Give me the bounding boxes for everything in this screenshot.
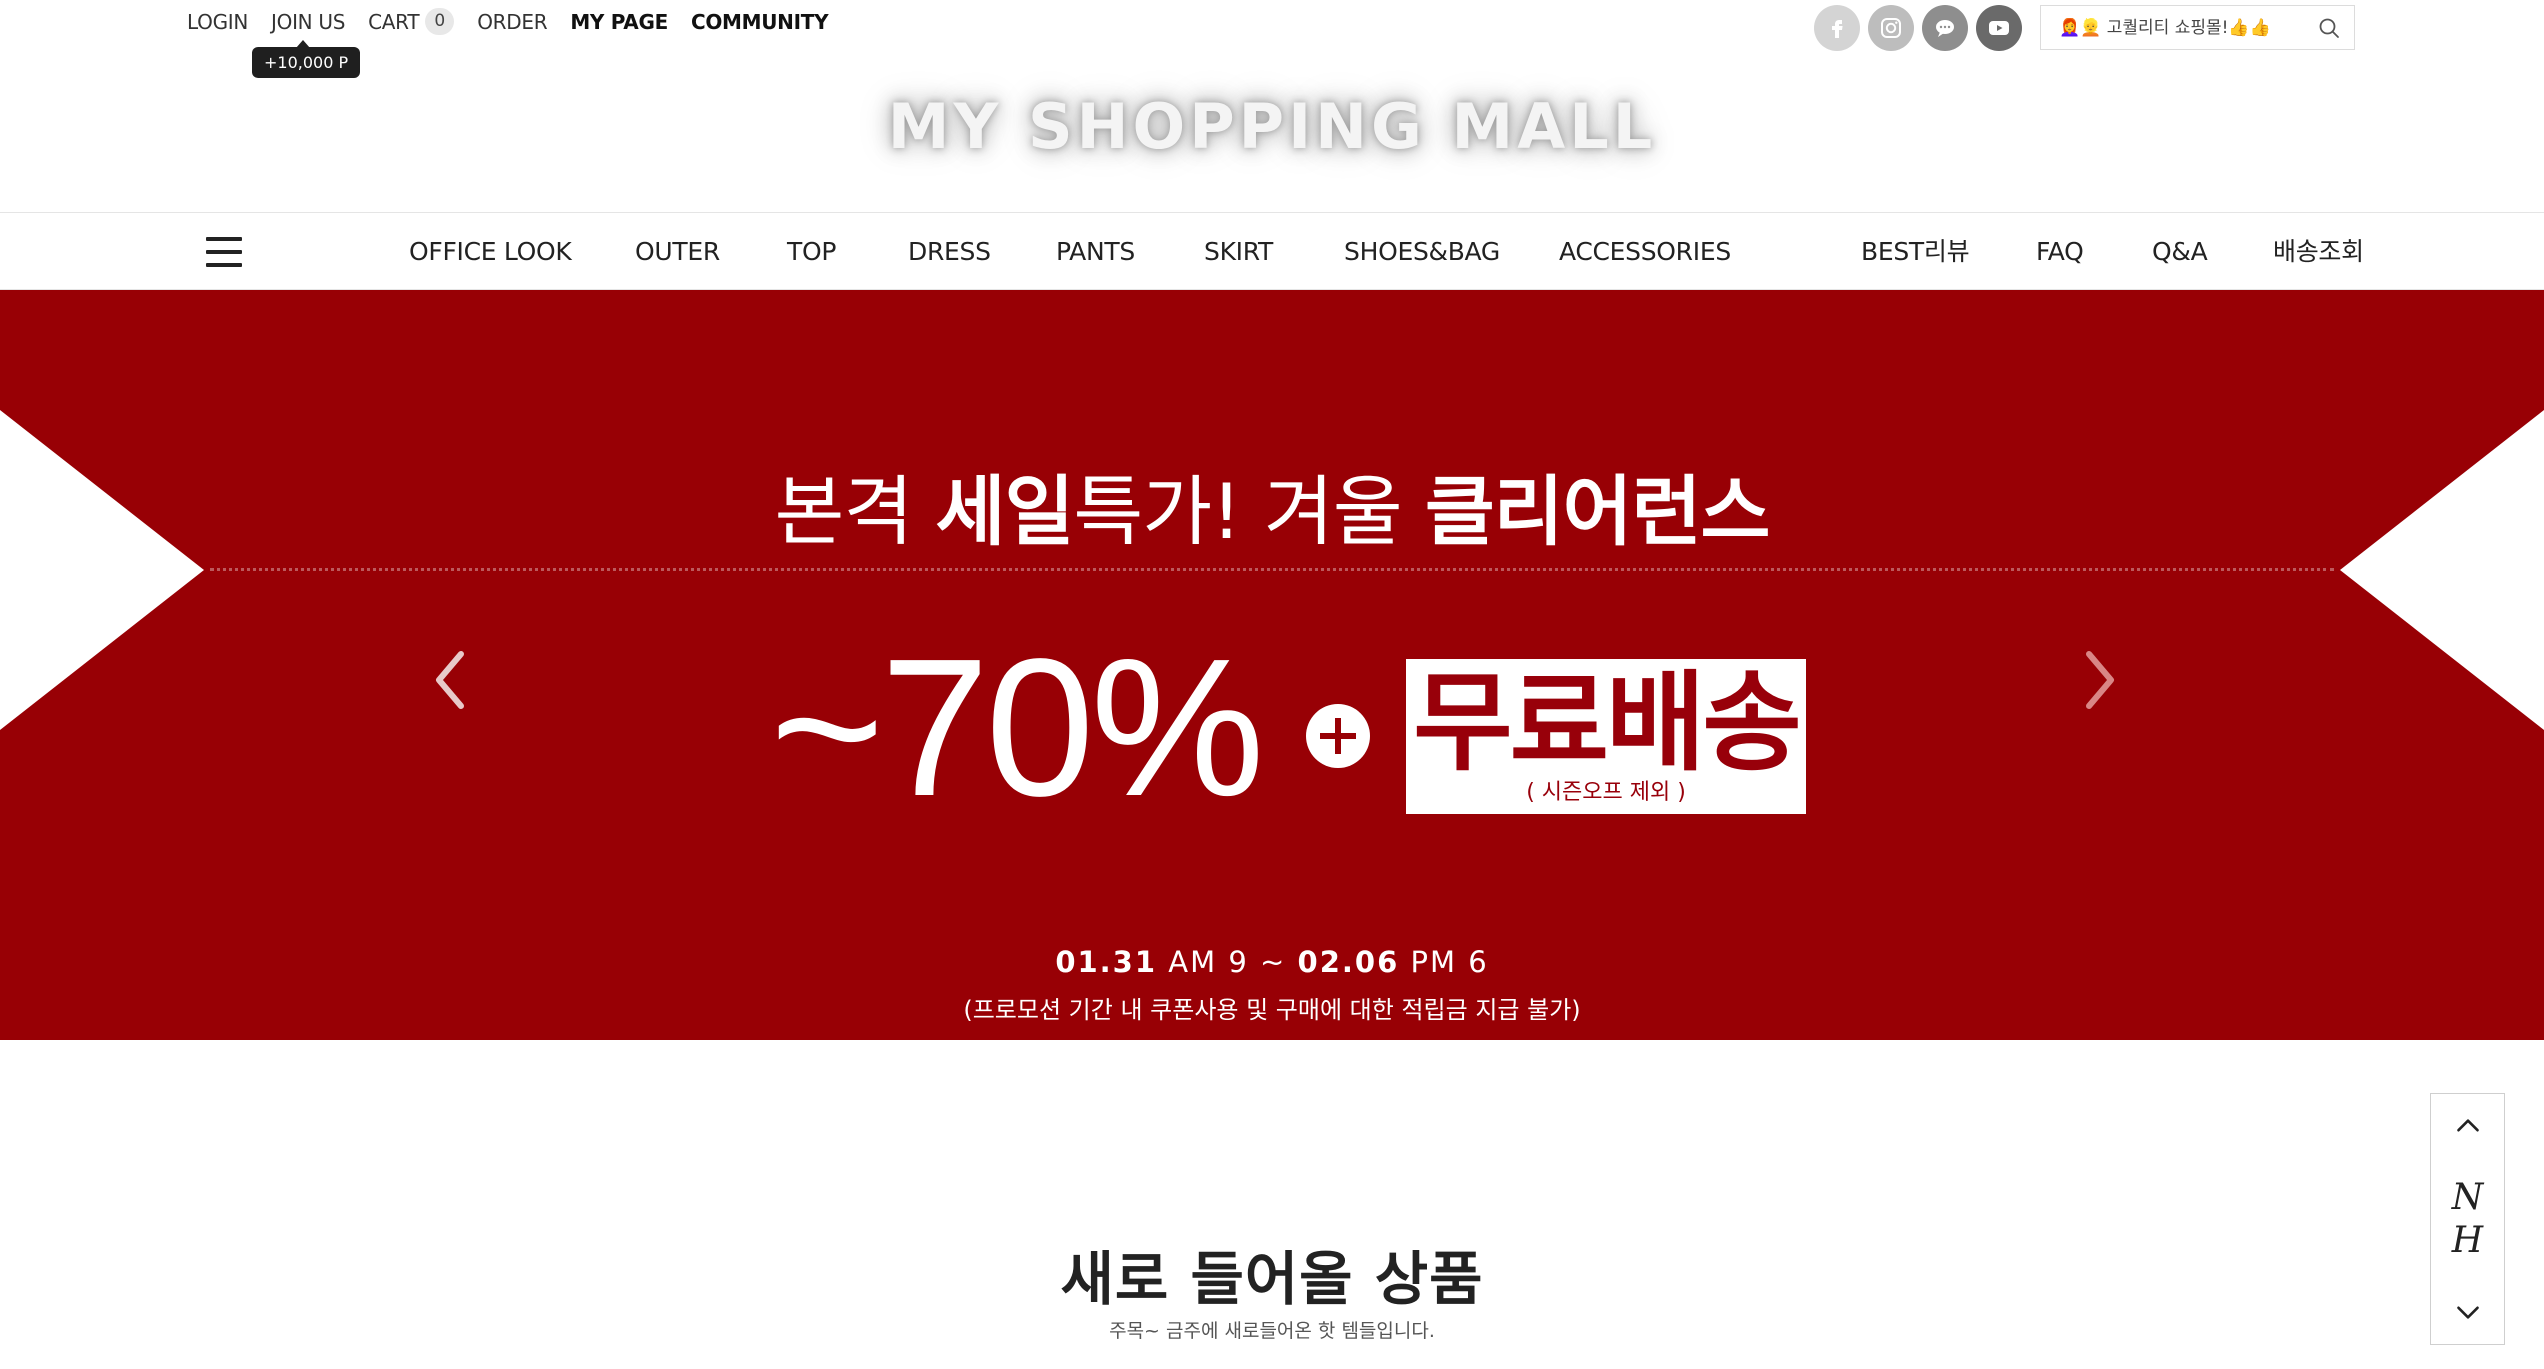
nav-shoes-bag[interactable]: SHOES&BAG	[1344, 213, 1500, 291]
date-end: 02.06	[1297, 945, 1400, 979]
nav-pants[interactable]: PANTS	[1056, 213, 1135, 291]
plus-icon	[1306, 704, 1370, 768]
search-input[interactable]	[2059, 17, 2314, 38]
join-points-tooltip: +10,000 P	[252, 40, 361, 78]
top-utility-nav: LOGIN JOIN US CART 0 ORDER MY PAGE COMMU…	[187, 8, 829, 35]
hero-banner[interactable]: 본격 세일특가! 겨울 클리어런스 ~70% 무료배송 ( 시즌오프 제외 ) …	[0, 290, 2544, 1040]
chat-icon[interactable]	[1922, 5, 1968, 51]
order-link[interactable]: ORDER	[477, 10, 547, 34]
promo-notice: (프로모션 기간 내 쿠폰사용 및 구매에 대한 적립금 지급 불가)	[963, 996, 1581, 1024]
free-shipping-box: 무료배송 ( 시즌오프 제외 )	[1406, 659, 1806, 814]
community-link[interactable]: COMMUNITY	[691, 10, 829, 34]
search-box	[2040, 5, 2355, 50]
nav-delivery-tracking[interactable]: 배송조회	[2273, 213, 2364, 291]
headline-part-3: 특가! 겨울	[1073, 467, 1425, 556]
section-subtitle: 주목~ 금주에 새로들어온 핫 템들입니다.	[1109, 1320, 1435, 1342]
banner-dotted-divider	[210, 568, 2334, 571]
floating-letter-n[interactable]: N	[2452, 1176, 2484, 1219]
discount-text: ~70%	[770, 618, 1265, 837]
facebook-icon[interactable]	[1814, 5, 1860, 51]
nav-qna[interactable]: Q&A	[2152, 213, 2208, 291]
instagram-icon[interactable]	[1868, 5, 1914, 51]
cart-link[interactable]: CART 0	[368, 8, 455, 35]
floating-side-nav: N H	[2430, 1093, 2505, 1345]
banner-headline: 본격 세일특가! 겨울 클리어런스	[0, 450, 2544, 560]
nav-top[interactable]: TOP	[787, 213, 836, 291]
login-link[interactable]: LOGIN	[187, 10, 248, 34]
promo-dates: 01.31 AM 9 ~ 02.06 PM 6	[0, 945, 2544, 979]
site-logo[interactable]: MY SHOPPING MALL	[0, 90, 2544, 163]
headline-part-4: 클리어런스	[1424, 467, 1771, 556]
scroll-down-chevron-down-icon[interactable]	[2453, 1302, 2483, 1324]
time-start: AM 9 ~	[1157, 945, 1298, 979]
main-nav: OFFICE LOOK OUTER TOP DRESS PANTS SKIRT …	[0, 212, 2544, 290]
nav-dress[interactable]: DRESS	[908, 213, 991, 291]
prev-slide-chevron-left-icon[interactable]	[426, 640, 476, 720]
youtube-icon[interactable]	[1976, 5, 2022, 51]
next-slide-chevron-right-icon[interactable]	[2074, 640, 2124, 720]
nav-best-review[interactable]: BEST리뷰	[1861, 213, 1970, 291]
headline-part-2: 세일	[935, 467, 1075, 556]
nav-accessories[interactable]: ACCESSORIES	[1559, 213, 1731, 291]
cart-label[interactable]: CART	[368, 10, 419, 34]
section-title: 새로 들어올 상품	[1060, 1245, 1484, 1313]
social-links	[1814, 5, 2022, 51]
nav-faq[interactable]: FAQ	[2036, 213, 2084, 291]
nav-skirt[interactable]: SKIRT	[1204, 213, 1273, 291]
scroll-up-chevron-up-icon[interactable]	[2453, 1114, 2483, 1136]
time-end: PM 6	[1399, 945, 1489, 979]
headline-part-1: 본격	[774, 467, 936, 556]
nav-outer[interactable]: OUTER	[635, 213, 720, 291]
cart-count-badge: 0	[425, 8, 455, 35]
floating-letter-h[interactable]: H	[2452, 1219, 2483, 1262]
floating-letters: N H	[2452, 1176, 2484, 1262]
nav-office-look[interactable]: OFFICE LOOK	[409, 213, 572, 291]
date-start: 01.31	[1055, 945, 1158, 979]
join-link[interactable]: JOIN US	[271, 10, 345, 34]
mypage-link[interactable]: MY PAGE	[570, 10, 668, 34]
search-icon[interactable]	[2314, 13, 2344, 43]
menu-hamburger-icon[interactable]	[206, 237, 242, 267]
free-shipping-label: 무료배송	[1413, 661, 1801, 786]
